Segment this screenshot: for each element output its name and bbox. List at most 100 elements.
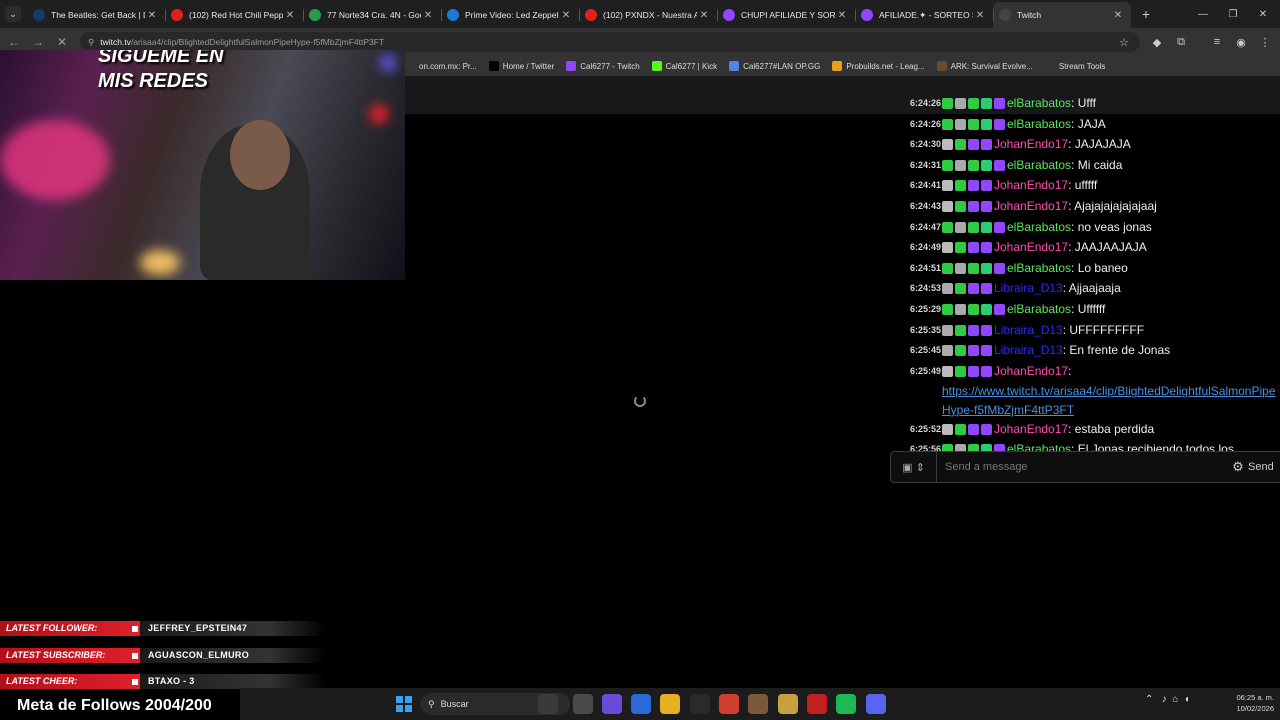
chat-badge-icon xyxy=(981,98,992,109)
chat-settings-gear-icon[interactable]: ⚙ xyxy=(1228,459,1248,475)
address-bar[interactable]: ⚲ twitch.tv/arisaa4/clip/BlightedDelight… xyxy=(80,32,1140,52)
browser-tab[interactable]: AFILIADE.✦ - SORTEO SKI✕ xyxy=(855,2,993,28)
close-tab-icon[interactable]: ✕ xyxy=(835,10,849,21)
bookmark-item[interactable]: ARK: Survival Evolve... xyxy=(936,61,1033,71)
tab-search-icon[interactable]: ⌄ xyxy=(5,6,21,22)
tab-title: CHUPI AFILIADE Y SORTE xyxy=(741,10,835,20)
clock-date: 10/02/2026 xyxy=(1236,704,1274,713)
network-icon[interactable]: ⌂ xyxy=(1172,694,1178,705)
steam-like-icon[interactable] xyxy=(690,694,710,714)
taskbar-clock[interactable]: 06:25 a. m. 10/02/2026 xyxy=(1220,692,1274,714)
copilot-icon[interactable] xyxy=(602,694,622,714)
chat-badge-icon xyxy=(981,345,992,357)
browser-tab[interactable]: Prime Video: Led Zeppelin ✕ xyxy=(441,2,579,28)
extension-icon[interactable]: ◆ xyxy=(1148,33,1166,51)
bookmark-star-icon[interactable]: ☆ xyxy=(1115,33,1133,51)
chat-text: En frente de Jonas xyxy=(1069,343,1171,358)
chat-username[interactable]: JohanEndo17 xyxy=(994,178,1068,192)
forward-icon[interactable]: → xyxy=(28,32,48,52)
chat-message-input[interactable] xyxy=(937,461,1228,473)
windows-start-icon[interactable] xyxy=(396,696,412,712)
close-tab-icon[interactable]: ✕ xyxy=(283,10,297,21)
browser-tab[interactable]: The Beatles: Get Back | Di ✕ xyxy=(27,2,165,28)
new-tab-button[interactable]: + xyxy=(1135,6,1157,22)
microphone-icon[interactable]: ♪ xyxy=(1162,694,1167,705)
chat-link[interactable]: https://www.twitch.tv/arisaa4/clip/Bligh… xyxy=(942,384,1276,417)
disney-icon xyxy=(33,9,45,21)
folder-icon[interactable] xyxy=(660,694,680,714)
chat-badge-icon xyxy=(994,303,1005,315)
extensions-puzzle-icon[interactable]: ⧉ xyxy=(1172,33,1190,51)
minimize-icon[interactable]: — xyxy=(1188,0,1218,28)
close-window-icon[interactable]: ✕ xyxy=(1248,0,1278,28)
spotify-icon[interactable] xyxy=(836,694,856,714)
chat-badges xyxy=(942,364,994,383)
chat-username[interactable]: JohanEndo17 xyxy=(994,199,1068,213)
volume-icon[interactable]: ◖ xyxy=(1184,694,1190,705)
site-info-icon[interactable]: ⚲ xyxy=(88,37,94,48)
red-app-icon[interactable] xyxy=(807,694,827,714)
chat-username[interactable]: Libraira_D13 xyxy=(994,343,1063,357)
chat-badge-icon xyxy=(968,159,979,171)
browser-tab[interactable]: 77 Norte34 Cra. 4N - Goo ✕ xyxy=(303,2,441,28)
close-tab-icon[interactable]: ✕ xyxy=(973,10,987,21)
chat-username[interactable]: elBarabatos xyxy=(1007,158,1071,172)
menu-kebab-icon[interactable]: ⋮ xyxy=(1256,33,1274,51)
chat-username[interactable]: Libraira_D13 xyxy=(994,281,1063,295)
close-tab-icon[interactable]: ✕ xyxy=(421,10,435,21)
taskview-icon[interactable] xyxy=(538,694,558,714)
chat-badge-icon xyxy=(942,324,953,336)
game-icon[interactable] xyxy=(748,694,768,714)
chrome-icon[interactable] xyxy=(719,694,739,714)
chat-badge-icon xyxy=(968,423,979,435)
close-tab-icon[interactable]: ✕ xyxy=(697,10,711,21)
chat-username[interactable]: JohanEndo17 xyxy=(994,364,1068,378)
bookmarks-bar: on.com.mx: Pr... Home / Twitter Cal6277 - … xyxy=(405,56,1280,76)
follow-goal-label: Meta de Follows xyxy=(17,697,141,714)
browser-tab[interactable]: (102) PXNDX - Nuestra Af ✕ xyxy=(579,2,717,28)
chat-username[interactable]: JohanEndo17 xyxy=(994,240,1068,254)
chat-username[interactable]: elBarabatos xyxy=(1007,261,1071,275)
browser-tab[interactable]: Twitch ✕ xyxy=(993,2,1131,28)
back-icon[interactable]: ← xyxy=(4,32,24,52)
tray-chevron-icon[interactable]: ⌃ xyxy=(1145,694,1153,705)
bookmark-item[interactable]: Cal6277 - Twitch xyxy=(566,61,640,71)
stop-loading-icon[interactable]: ✕ xyxy=(52,32,72,52)
bookmark-item[interactable]: Cal6277#LAN OP.GG xyxy=(729,61,820,71)
chat-username[interactable]: elBarabatos xyxy=(1007,117,1071,131)
discord-icon[interactable] xyxy=(866,694,886,714)
clock-time: 06:25 a. m. xyxy=(1236,693,1274,702)
close-tab-icon[interactable]: ✕ xyxy=(145,10,159,21)
media-controls-icon[interactable]: ≡ xyxy=(1208,33,1226,51)
tab-title: The Beatles: Get Back | Di xyxy=(51,10,145,20)
store-icon[interactable] xyxy=(631,694,651,714)
browser-tab[interactable]: CHUPI AFILIADE Y SORTE✕ xyxy=(717,2,855,28)
bookmark-item[interactable]: Probuilds.net - Leag... xyxy=(832,61,925,71)
bookmark-item[interactable]: Home / Twitter xyxy=(488,61,554,71)
chat-username[interactable]: JohanEndo17 xyxy=(994,422,1068,436)
maximize-icon[interactable]: ❐ xyxy=(1218,0,1248,28)
chat-platform-selector[interactable]: ▣ ⇕ xyxy=(891,452,937,482)
chat-send-button[interactable]: Send xyxy=(1248,461,1280,473)
chat-message: 6:25:45 Libraira_D13: En frente de Jonas xyxy=(900,341,1280,362)
chat-username[interactable]: elBarabatos xyxy=(1007,220,1071,234)
tab-title: (102) Red Hot Chili Peppe xyxy=(189,10,283,20)
bookmark-label: Cal6277#LAN OP.GG xyxy=(743,61,821,71)
chat-username[interactable]: Libraira_D13 xyxy=(994,323,1063,337)
close-tab-icon[interactable]: ✕ xyxy=(559,10,573,21)
chat-username[interactable]: elBarabatos xyxy=(1007,96,1071,110)
explorer-files-icon[interactable] xyxy=(573,694,593,714)
bookmark-item[interactable]: on.com.mx: Pr... xyxy=(405,61,477,71)
profile-avatar[interactable]: ◉ xyxy=(1232,33,1250,51)
bookmark-item[interactable]: Stream Tools xyxy=(1044,61,1105,71)
chat-username[interactable]: elBarabatos xyxy=(1007,302,1071,316)
chat-badge-icon xyxy=(955,345,966,357)
bookmark-item[interactable]: Cal6277 | Kick xyxy=(651,61,717,71)
browser-tab[interactable]: (102) Red Hot Chili Peppe ✕ xyxy=(165,2,303,28)
close-tab-icon[interactable]: ✕ xyxy=(1111,10,1125,21)
league-icon[interactable] xyxy=(778,694,798,714)
tab-title: AFILIADE.✦ - SORTEO SKI xyxy=(879,9,973,20)
chat-username[interactable]: JohanEndo17 xyxy=(994,137,1068,151)
chat-badge-icon xyxy=(942,200,953,212)
chat-text: UFFFFFFFFF xyxy=(1069,322,1145,337)
